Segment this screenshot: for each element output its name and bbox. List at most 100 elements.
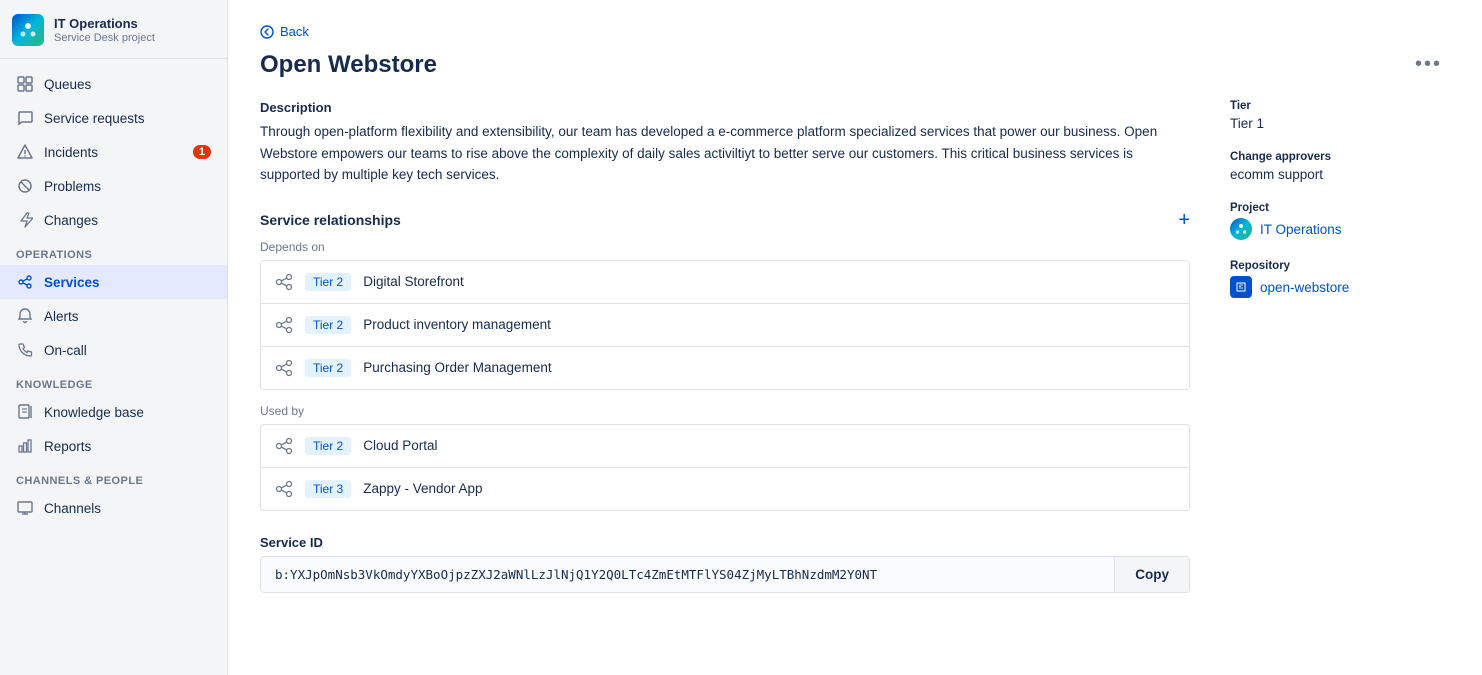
add-relationship-button[interactable]: +	[1178, 210, 1190, 230]
service-name: Digital Storefront	[363, 274, 464, 289]
depends-on-label: Depends on	[260, 240, 1190, 254]
chat-icon	[16, 109, 34, 127]
table-row[interactable]: Tier 2 Purchasing Order Management	[261, 347, 1189, 389]
channels-label: Channels	[44, 501, 101, 516]
change-approvers-value: ecomm support	[1230, 167, 1450, 182]
change-approvers-label: Change approvers	[1230, 151, 1450, 163]
used-by-list: Tier 2 Cloud Portal Tier 3 Zappy - Vendo…	[260, 424, 1190, 511]
phone-icon	[16, 341, 34, 359]
sidebar: IT Operations Service Desk project Queue…	[0, 0, 228, 675]
depends-on-list: Tier 2 Digital Storefront Tier 2 Product…	[260, 260, 1190, 390]
description-text: Through open-platform flexibility and ex…	[260, 121, 1190, 186]
back-link[interactable]: Back	[260, 24, 1450, 39]
project-name: IT Operations	[54, 16, 155, 32]
description-label: Description	[260, 100, 1190, 115]
service-name: Cloud Portal	[363, 438, 437, 453]
project-link[interactable]: IT Operations	[1230, 218, 1450, 240]
main-content: Back Open Webstore ••• Description Throu…	[228, 0, 1482, 675]
incidents-label: Incidents	[44, 145, 98, 160]
book-icon	[16, 403, 34, 421]
page-title: Open Webstore	[260, 51, 437, 79]
service-relationships-header: Service relationships +	[260, 210, 1190, 230]
bar-chart-icon	[16, 437, 34, 455]
sidebar-item-problems[interactable]: Problems	[0, 169, 227, 203]
table-row[interactable]: Tier 3 Zappy - Vendor App	[261, 468, 1189, 510]
reports-label: Reports	[44, 439, 91, 454]
copy-button[interactable]: Copy	[1114, 557, 1189, 592]
sidebar-item-channels[interactable]: Channels	[0, 491, 227, 525]
alert-icon	[16, 143, 34, 161]
tier-badge: Tier 2	[305, 316, 351, 334]
tier-badge: Tier 2	[305, 359, 351, 377]
sidebar-header: IT Operations Service Desk project	[0, 0, 227, 59]
service-name: Product inventory management	[363, 317, 551, 332]
channels-section-label: CHANNELS & PEOPLE	[0, 463, 227, 491]
service-id-section: Service ID b:YXJpOmNsb3VkOmdyYXBoOjpzZXJ…	[260, 535, 1190, 593]
sidebar-item-services[interactable]: Services	[0, 265, 227, 299]
sidebar-item-changes[interactable]: Changes	[0, 203, 227, 237]
share-node-icon	[275, 273, 293, 291]
content-main: Description Through open-platform flexib…	[260, 100, 1190, 593]
tier-section: Tier Tier 1	[1230, 100, 1450, 131]
tier-value: Tier 1	[1230, 116, 1450, 131]
back-arrow-icon	[260, 25, 274, 39]
repository-link[interactable]: open-webstore	[1230, 276, 1450, 298]
tier-label: Tier	[1230, 100, 1450, 112]
services-label: Services	[44, 275, 100, 290]
back-label: Back	[280, 24, 309, 39]
repository-label: Repository	[1230, 260, 1450, 272]
sidebar-item-reports[interactable]: Reports	[0, 429, 227, 463]
tier-badge: Tier 3	[305, 480, 351, 498]
share-node-icon	[275, 359, 293, 377]
change-approvers-section: Change approvers ecomm support	[1230, 151, 1450, 182]
project-logo	[12, 14, 44, 46]
on-call-label: On-call	[44, 343, 87, 358]
project-logo-small	[1230, 218, 1252, 240]
lightning-icon	[16, 211, 34, 229]
repository-link-label: open-webstore	[1260, 280, 1349, 295]
service-name: Purchasing Order Management	[363, 360, 551, 375]
used-by-label: Used by	[260, 404, 1190, 418]
queues-label: Queues	[44, 77, 91, 92]
service-name: Zappy - Vendor App	[363, 481, 482, 496]
sidebar-item-knowledge-base[interactable]: Knowledge base	[0, 395, 227, 429]
sidebar-item-incidents[interactable]: Incidents 1	[0, 135, 227, 169]
knowledge-base-label: Knowledge base	[44, 405, 144, 420]
project-sub: Service Desk project	[54, 32, 155, 44]
share-icon	[16, 273, 34, 291]
meta-sidebar: Tier Tier 1 Change approvers ecomm suppo…	[1230, 100, 1450, 593]
changes-label: Changes	[44, 213, 98, 228]
ban-icon	[16, 177, 34, 195]
bell-icon	[16, 307, 34, 325]
monitor-icon	[16, 499, 34, 517]
grid-icon	[16, 75, 34, 93]
content-layout: Description Through open-platform flexib…	[260, 100, 1450, 593]
tier-badge: Tier 2	[305, 273, 351, 291]
service-id-label: Service ID	[260, 535, 1190, 550]
share-node-icon	[275, 316, 293, 334]
project-label: Project	[1230, 202, 1450, 214]
incidents-badge: 1	[193, 145, 211, 159]
project-section: Project IT Operations	[1230, 202, 1450, 240]
repository-section: Repository open-webstore	[1230, 260, 1450, 298]
share-node-icon	[275, 437, 293, 455]
table-row[interactable]: Tier 2 Digital Storefront	[261, 261, 1189, 304]
knowledge-section-label: KNOWLEDGE	[0, 367, 227, 395]
share-node-icon	[275, 480, 293, 498]
operations-section-label: OPERATIONS	[0, 237, 227, 265]
sidebar-item-queues[interactable]: Queues	[0, 67, 227, 101]
table-row[interactable]: Tier 2 Product inventory management	[261, 304, 1189, 347]
tier-badge: Tier 2	[305, 437, 351, 455]
more-options-button[interactable]: •••	[1407, 49, 1450, 80]
sidebar-item-on-call[interactable]: On-call	[0, 333, 227, 367]
sidebar-nav: Queues Service requests Incidents 1	[0, 59, 227, 533]
repo-icon	[1230, 276, 1252, 298]
sidebar-item-alerts[interactable]: Alerts	[0, 299, 227, 333]
service-relationships-title: Service relationships	[260, 212, 401, 228]
alerts-label: Alerts	[44, 309, 79, 324]
problems-label: Problems	[44, 179, 101, 194]
sidebar-item-service-requests[interactable]: Service requests	[0, 101, 227, 135]
service-requests-label: Service requests	[44, 111, 145, 126]
table-row[interactable]: Tier 2 Cloud Portal	[261, 425, 1189, 468]
page-title-row: Open Webstore •••	[260, 49, 1450, 80]
